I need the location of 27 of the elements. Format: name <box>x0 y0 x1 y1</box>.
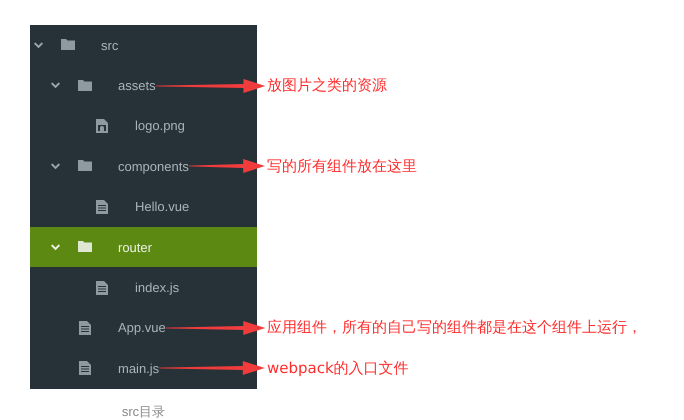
tree-item[interactable]: components <box>30 146 257 187</box>
folder-icon <box>78 78 92 93</box>
figure-caption: src目录 <box>120 402 166 420</box>
file-icon <box>95 280 109 295</box>
annotation-text: 应用组件，所有的自己写的组件都是在这个组件上运行， <box>267 318 642 338</box>
annotation-text: 放图片之类的资源 <box>267 76 387 96</box>
chevron-icon[interactable] <box>51 82 60 90</box>
file-icon <box>78 320 92 335</box>
chevron-icon[interactable] <box>51 244 60 251</box>
chevron-icon[interactable] <box>51 162 60 170</box>
folder-icon <box>78 159 92 174</box>
chevron-icon[interactable] <box>34 42 43 49</box>
tree-item[interactable]: App.vue <box>30 308 257 348</box>
tree-item[interactable]: assets <box>30 65 257 106</box>
tree-item[interactable]: index.js <box>30 267 257 308</box>
image-file-icon <box>95 118 109 133</box>
tree-item[interactable]: router <box>30 226 257 268</box>
tree-item[interactable]: Hello.vue <box>30 186 257 227</box>
folder-icon <box>61 38 75 52</box>
annotation-text: 写的所有组件放在这里 <box>267 156 417 176</box>
tree-item[interactable]: src <box>30 25 257 66</box>
folder-icon <box>78 240 92 254</box>
tree-item[interactable]: main.js <box>30 348 257 389</box>
file-icon <box>95 200 109 214</box>
annotation-text: webpack的入口文件 <box>267 358 409 378</box>
tree-item[interactable]: logo.png <box>30 106 257 146</box>
file-icon <box>78 361 92 376</box>
